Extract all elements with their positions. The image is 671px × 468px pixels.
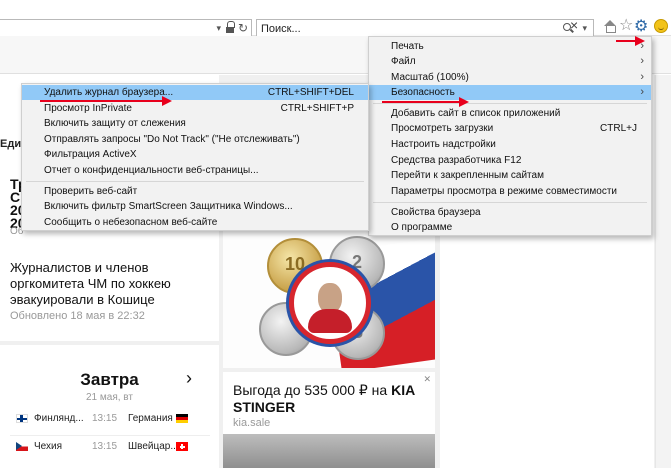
player-medal-image xyxy=(289,262,371,344)
finland-flag-icon xyxy=(16,414,28,423)
ad-image[interactable]: 10 2 5 xyxy=(223,222,435,368)
menu-item-file[interactable]: Файл › xyxy=(369,54,651,69)
annotation-arrow-head xyxy=(459,97,469,107)
menu-item-smartscreen[interactable]: Включить фильтр SmartScreen Защитника Wi… xyxy=(22,199,368,214)
menu-item-privacy-report[interactable]: Отчет о конфиденциальности веб-страницы.… xyxy=(22,163,368,178)
home-icon[interactable] xyxy=(603,20,617,34)
chevron-right-icon: › xyxy=(640,55,644,67)
menu-item-view-downloads[interactable]: Просмотреть загрузки CTRL+J xyxy=(369,121,651,136)
menu-item-activex-filtering[interactable]: Фильтрация ActiveX xyxy=(22,147,368,162)
menu-item-inprivate[interactable]: Просмотр InPrivate CTRL+SHIFT+P xyxy=(22,101,368,116)
switzerland-flag-icon xyxy=(176,442,188,451)
menu-item-manage-addons[interactable]: Настроить надстройки xyxy=(369,137,651,152)
annotation-arrow-line xyxy=(40,100,165,102)
menu-item-check-website[interactable]: Проверить веб-сайт xyxy=(22,184,368,199)
menu-separator xyxy=(373,103,647,104)
menu-item-about[interactable]: О программе xyxy=(369,220,651,235)
lock-icon[interactable] xyxy=(226,21,235,33)
menu-item-pinned-sites[interactable]: Перейти к закрепленным сайтам xyxy=(369,168,651,183)
team-away: Швейцар... xyxy=(128,441,179,452)
match-time: 13:15 xyxy=(92,441,118,452)
match-time: 13:15 xyxy=(92,413,118,424)
menu-separator xyxy=(373,202,647,203)
team-away: Германия xyxy=(128,413,173,424)
safety-submenu: Удалить журнал браузера... CTRL+SHIFT+DEL… xyxy=(21,83,369,231)
chevron-right-icon[interactable]: › xyxy=(186,368,192,389)
menu-item-tracking-protection[interactable]: Включить защиту от слежения xyxy=(22,116,368,131)
browser-toolbar: ▾ ↻ Поиск... ▾ × ☆ ⚙ xyxy=(0,0,671,39)
search-input[interactable]: Поиск... xyxy=(261,23,301,35)
star-icon[interactable]: ☆ xyxy=(619,15,633,35)
ad-close-icon[interactable]: ✕ xyxy=(423,374,431,385)
annotation-arrow-head xyxy=(635,36,645,46)
ad-card[interactable]: ✕ Выгода до 535 000 ₽ на KIA STINGER kia… xyxy=(223,372,435,468)
menu-item-zoom[interactable]: Масштаб (100%) › xyxy=(369,70,651,85)
menu-item-delete-history[interactable]: Удалить журнал браузера... CTRL+SHIFT+DEL xyxy=(22,85,368,100)
annotation-arrow-line xyxy=(382,101,462,103)
team-home: Чехия xyxy=(34,441,63,452)
menu-item-report-unsafe-site[interactable]: Сообщить о небезопасном веб-сайте xyxy=(22,215,368,230)
match-row[interactable]: Финлянд... 13:15 Германия xyxy=(16,412,206,428)
schedule-date: 21 мая, вт xyxy=(86,392,133,403)
tools-menu: Печать › Файл › Масштаб (100%) › Безопаснос… xyxy=(368,36,652,236)
ad-title[interactable]: Выгода до 535 000 ₽ на KIA STINGER xyxy=(233,382,423,416)
germany-flag-icon xyxy=(176,414,188,423)
news-headline[interactable]: Журналистов и членов оргкомитета ЧМ по х… xyxy=(10,260,210,308)
scrollbar[interactable] xyxy=(655,75,671,468)
close-tab-icon[interactable]: × xyxy=(570,17,578,33)
menu-item-safety[interactable]: Безопасность › xyxy=(369,85,651,100)
address-dropdown-icon[interactable]: ▾ xyxy=(216,23,221,34)
refresh-icon[interactable]: ↻ xyxy=(238,21,248,35)
divider xyxy=(10,435,210,436)
menu-item-add-site-to-apps[interactable]: Добавить сайт в список приложений xyxy=(369,106,651,121)
section-label: Еди xyxy=(0,138,22,150)
menu-item-compat-view[interactable]: Параметры просмотра в режиме совместимос… xyxy=(369,184,651,199)
menu-item-print[interactable]: Печать › xyxy=(369,39,651,54)
news-timestamp: Обновлено 18 мая в 22:32 xyxy=(10,310,145,322)
gear-icon[interactable]: ⚙ xyxy=(634,16,648,36)
ad-domain: kia.sale xyxy=(233,417,271,429)
annotation-arrow-head xyxy=(162,96,172,106)
match-row[interactable]: Чехия 13:15 Швейцар... xyxy=(16,440,206,456)
chevron-right-icon: › xyxy=(640,86,644,98)
menu-item-internet-options[interactable]: Свойства браузера xyxy=(369,205,651,220)
menu-item-do-not-track[interactable]: Отправлять запросы "Do Not Track" ("Не о… xyxy=(22,132,368,147)
smile-icon[interactable] xyxy=(654,19,668,33)
menu-item-f12-tools[interactable]: Средства разработчика F12 xyxy=(369,153,651,168)
team-home: Финлянд... xyxy=(34,413,84,424)
chevron-right-icon: › xyxy=(640,71,644,83)
ad-bottom-image xyxy=(223,434,435,468)
search-dropdown-icon[interactable]: ▾ xyxy=(582,23,587,34)
czech-flag-icon xyxy=(16,442,28,451)
menu-separator xyxy=(26,181,364,182)
